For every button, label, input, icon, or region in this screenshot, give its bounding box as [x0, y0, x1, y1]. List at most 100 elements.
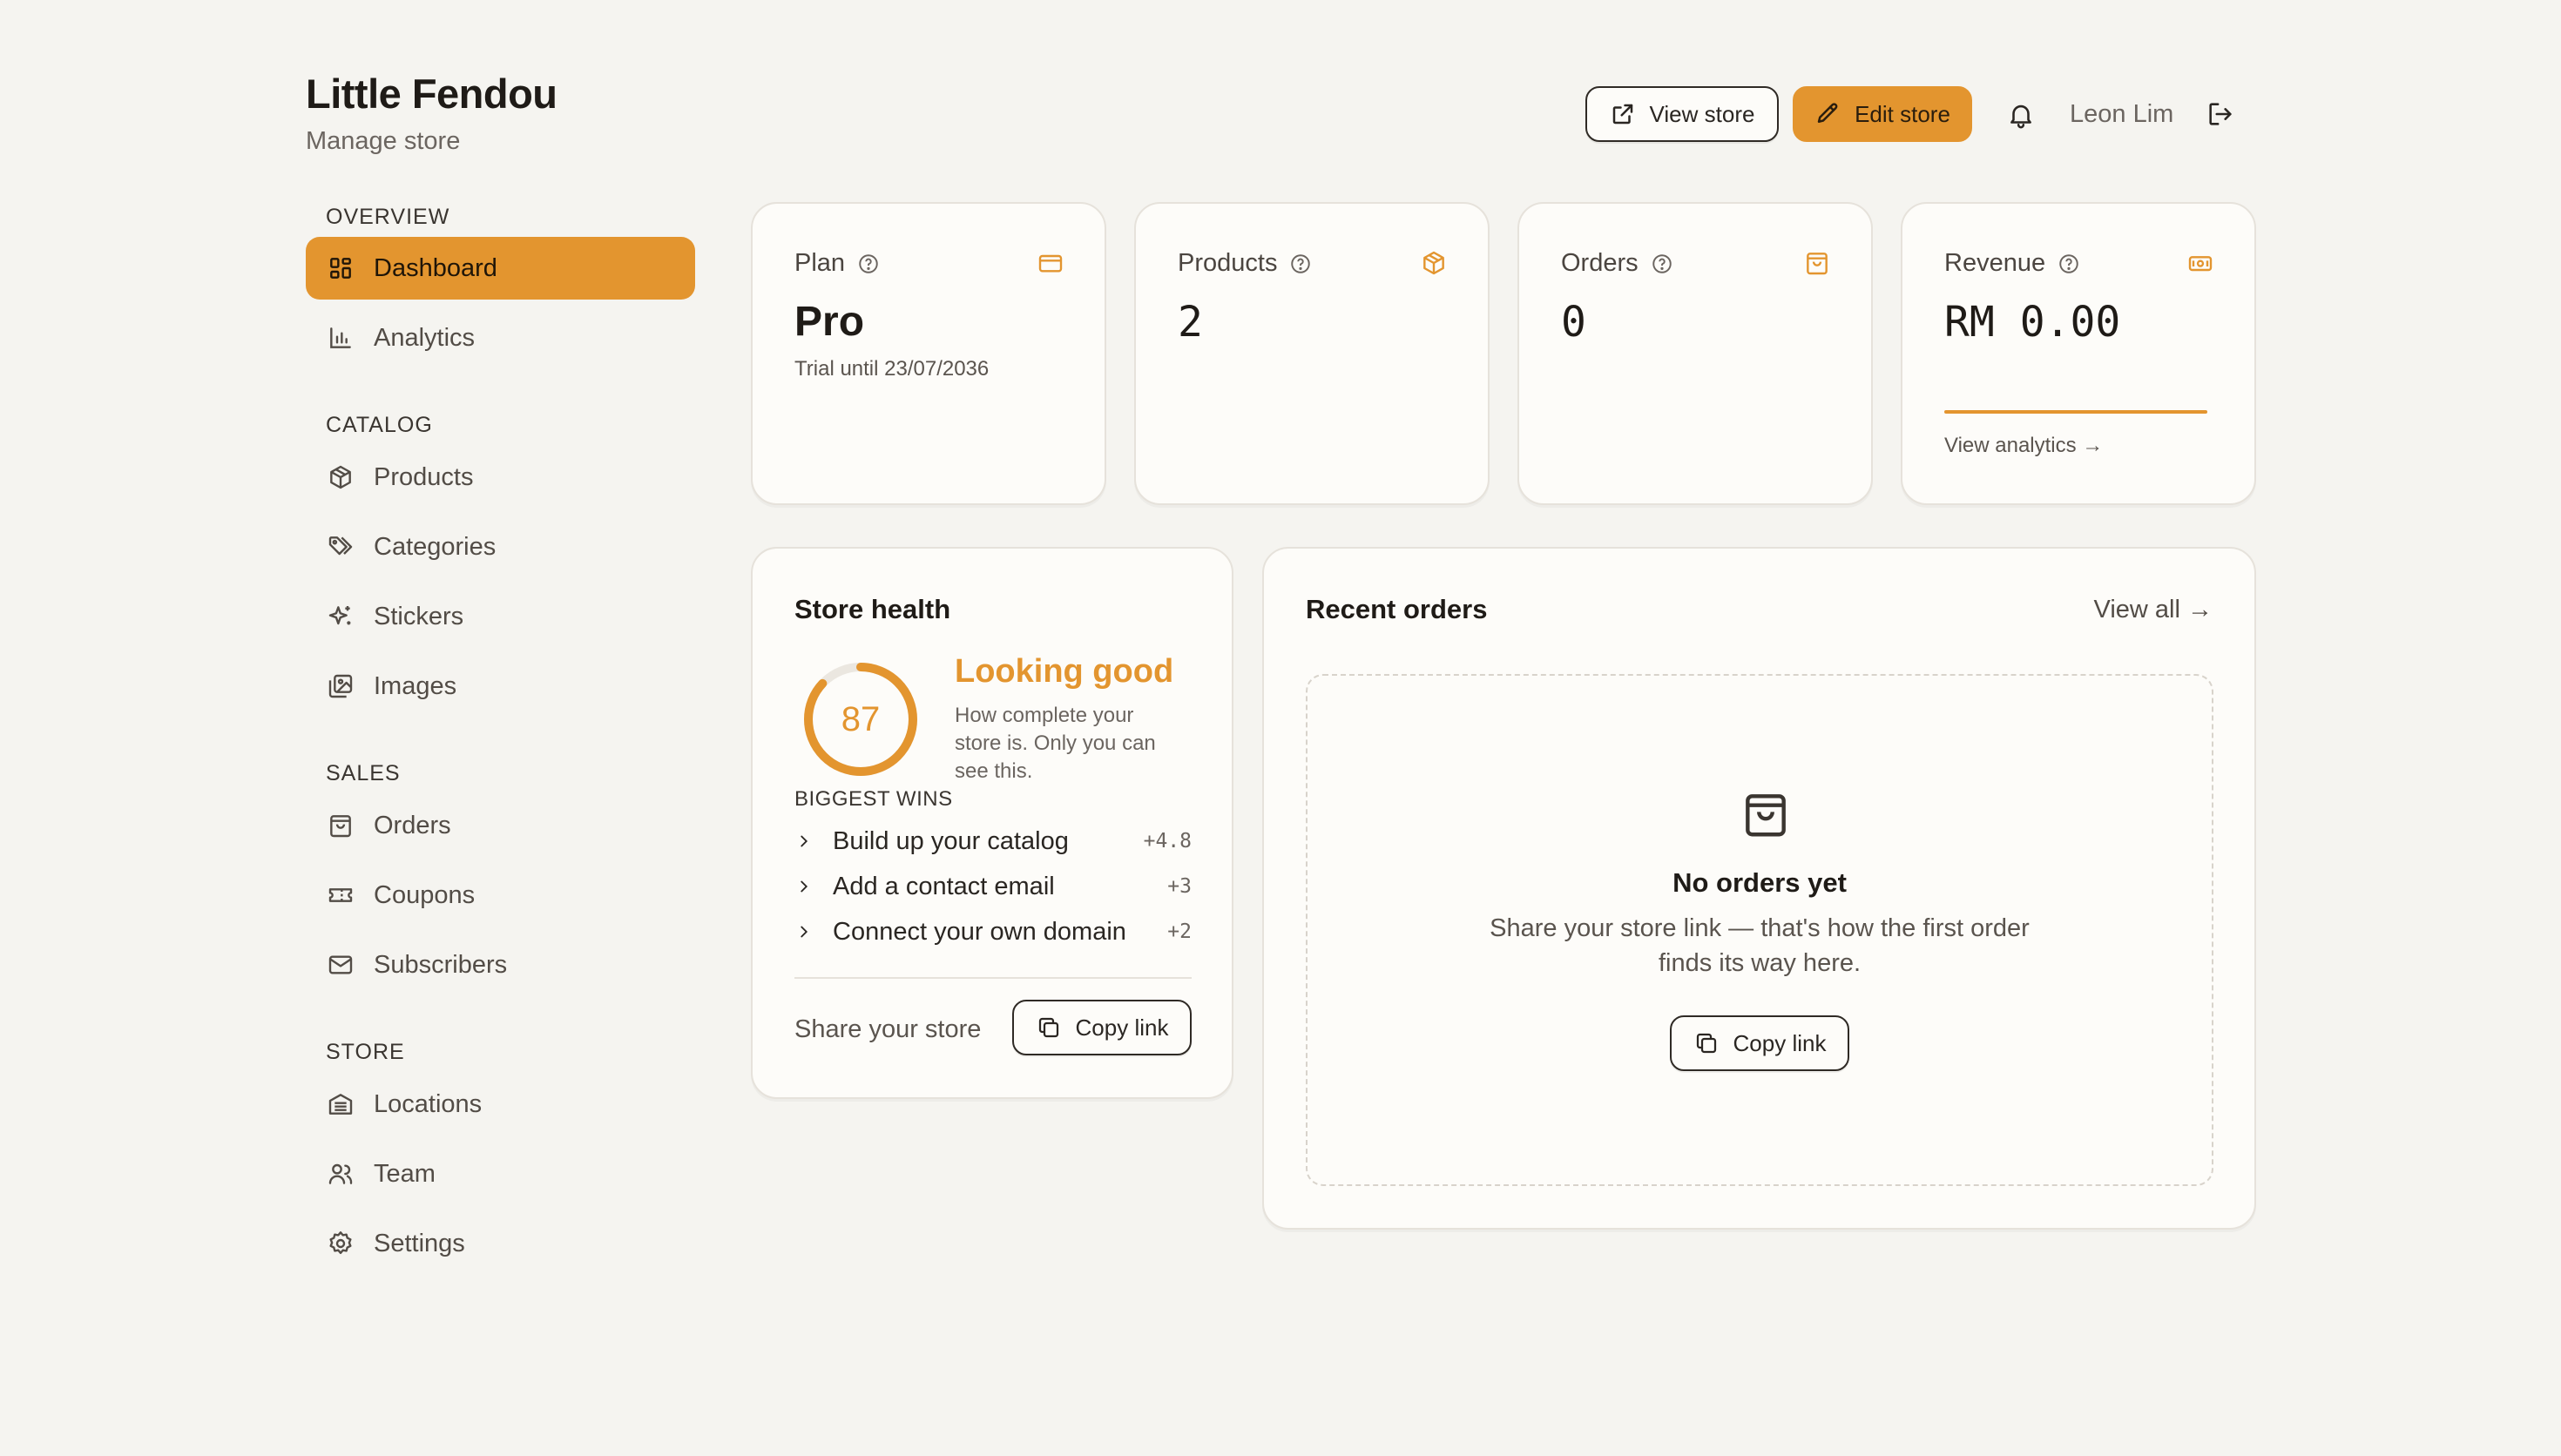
copy-link-label: Copy link — [1075, 1014, 1169, 1041]
sidebar-item-label: Images — [374, 671, 457, 700]
box-icon — [327, 463, 355, 491]
sidebar-item-dashboard[interactable]: Dashboard — [306, 237, 695, 300]
sidebar-item-images[interactable]: Images — [306, 655, 695, 718]
win-points: +3 — [1167, 875, 1192, 898]
copy-icon — [1693, 1030, 1720, 1056]
pencil-icon — [1814, 101, 1841, 127]
view-all-link[interactable]: View all → — [2094, 596, 2213, 624]
win-item[interactable]: Connect your own domain +2 — [794, 909, 1192, 954]
bar-chart-icon — [327, 324, 355, 352]
sidebar-item-label: Orders — [374, 811, 451, 839]
empty-description: Share your store link — that's how the f… — [1490, 914, 2030, 977]
sparkles-icon — [327, 603, 355, 630]
recent-orders-card: Recent orders View all → No orders yet S… — [1262, 547, 2256, 1230]
edit-store-label: Edit store — [1855, 100, 1950, 127]
empty-title: No orders yet — [1672, 867, 1847, 898]
bell-icon[interactable] — [2006, 100, 2036, 130]
empty-state: No orders yet Share your store link — th… — [1306, 674, 2213, 1186]
health-headline: Looking good — [955, 653, 1174, 690]
store-health-title: Store health — [794, 594, 951, 624]
win-label: Build up your catalog — [833, 826, 1069, 855]
help-icon[interactable] — [857, 253, 880, 275]
box-icon — [1420, 249, 1448, 277]
sidebar-item-stickers[interactable]: Stickers — [306, 585, 695, 648]
shopping-bag-icon — [1803, 249, 1831, 277]
sidebar-item-label: Settings — [374, 1229, 465, 1257]
credit-card-icon — [1037, 249, 1064, 277]
sidebar-item-settings[interactable]: Settings — [306, 1212, 695, 1275]
copy-icon — [1036, 1014, 1062, 1041]
view-analytics-link[interactable]: View analytics → — [1944, 434, 2103, 458]
sidebar-item-coupons[interactable]: Coupons — [306, 864, 695, 927]
sidebar-item-label: Coupons — [374, 880, 476, 909]
divider — [794, 977, 1192, 979]
plan-value: Pro — [794, 299, 865, 345]
store-title: Little Fendou — [306, 71, 557, 117]
section-label-catalog: CATALOG — [326, 413, 433, 437]
shopping-bag-icon — [327, 812, 355, 839]
mail-icon — [327, 951, 355, 979]
sidebar-item-orders[interactable]: Orders — [306, 794, 695, 857]
images-icon — [327, 672, 355, 700]
users-icon — [327, 1160, 355, 1188]
sidebar-item-label: Categories — [374, 532, 497, 561]
sidebar-item-team[interactable]: Team — [306, 1143, 695, 1205]
sidebar-item-products[interactable]: Products — [306, 446, 695, 509]
sidebar-item-analytics[interactable]: Analytics — [306, 307, 695, 369]
tags-icon — [327, 533, 355, 561]
plan-trial-text: Trial until 23/07/2036 — [794, 357, 990, 381]
win-label: Add a contact email — [833, 872, 1055, 900]
biggest-wins-label: BIGGEST WINS — [794, 787, 953, 811]
health-description: How complete your store is. Only you can… — [955, 704, 1156, 783]
store-health-card: Store health 87 Looking good How complet… — [751, 547, 1233, 1099]
help-icon[interactable] — [1289, 253, 1312, 275]
stat-label: Orders — [1561, 249, 1639, 277]
building-icon — [327, 1090, 355, 1118]
sidebar-item-locations[interactable]: Locations — [306, 1073, 695, 1136]
sidebar-item-label: Subscribers — [374, 950, 508, 979]
external-link-icon — [1610, 101, 1636, 127]
gear-icon — [327, 1230, 355, 1257]
section-label-sales: SALES — [326, 761, 401, 785]
chevron-right-icon — [794, 832, 814, 851]
shopping-bag-icon — [1739, 787, 1793, 841]
health-score-value: 87 — [841, 699, 881, 738]
sidebar-item-subscribers[interactable]: Subscribers — [306, 934, 695, 996]
stat-label: Plan — [794, 249, 846, 277]
recent-orders-title: Recent orders — [1306, 594, 1488, 624]
chevron-right-icon — [794, 877, 814, 896]
view-store-label: View store — [1649, 100, 1755, 127]
revenue-card: Revenue RM 0.00 View analytics → — [1901, 202, 2256, 505]
win-points: +2 — [1167, 920, 1192, 943]
share-store-label: Share your store — [794, 1015, 982, 1043]
copy-link-button[interactable]: Copy link — [1012, 1000, 1192, 1055]
copy-link-label: Copy link — [1733, 1029, 1827, 1056]
sidebar-item-label: Products — [374, 462, 474, 491]
orders-card: Orders 0 — [1517, 202, 1873, 505]
sidebar-item-label: Locations — [374, 1089, 483, 1118]
win-item[interactable]: Add a contact email +3 — [794, 864, 1192, 909]
section-label-overview: OVERVIEW — [326, 205, 450, 229]
chevron-right-icon — [794, 922, 814, 941]
help-icon[interactable] — [2058, 253, 2080, 275]
revenue-value: RM 0.00 — [1944, 298, 2121, 347]
products-value: 2 — [1178, 298, 1203, 347]
ticket-icon — [327, 881, 355, 909]
sidebar-item-label: Stickers — [374, 602, 464, 630]
view-store-button[interactable]: View store — [1585, 86, 1779, 142]
win-item[interactable]: Build up your catalog +4.8 — [794, 819, 1192, 864]
products-card: Products 2 — [1134, 202, 1490, 505]
banknote-icon — [2186, 249, 2214, 277]
user-name[interactable]: Leon Lim — [2070, 100, 2173, 129]
help-icon[interactable] — [1651, 253, 1673, 275]
plan-card: Plan Pro Trial until 23/07/2036 — [751, 202, 1106, 505]
section-label-store: STORE — [326, 1040, 405, 1064]
store-subtitle: Manage store — [306, 127, 461, 155]
win-points: +4.8 — [1143, 830, 1192, 853]
copy-link-button[interactable]: Copy link — [1670, 1015, 1849, 1071]
sidebar-item-label: Analytics — [374, 323, 476, 352]
stat-label: Revenue — [1944, 249, 2046, 277]
logout-icon[interactable] — [2206, 99, 2235, 129]
sidebar-item-categories[interactable]: Categories — [306, 516, 695, 578]
edit-store-button[interactable]: Edit store — [1793, 86, 1972, 142]
